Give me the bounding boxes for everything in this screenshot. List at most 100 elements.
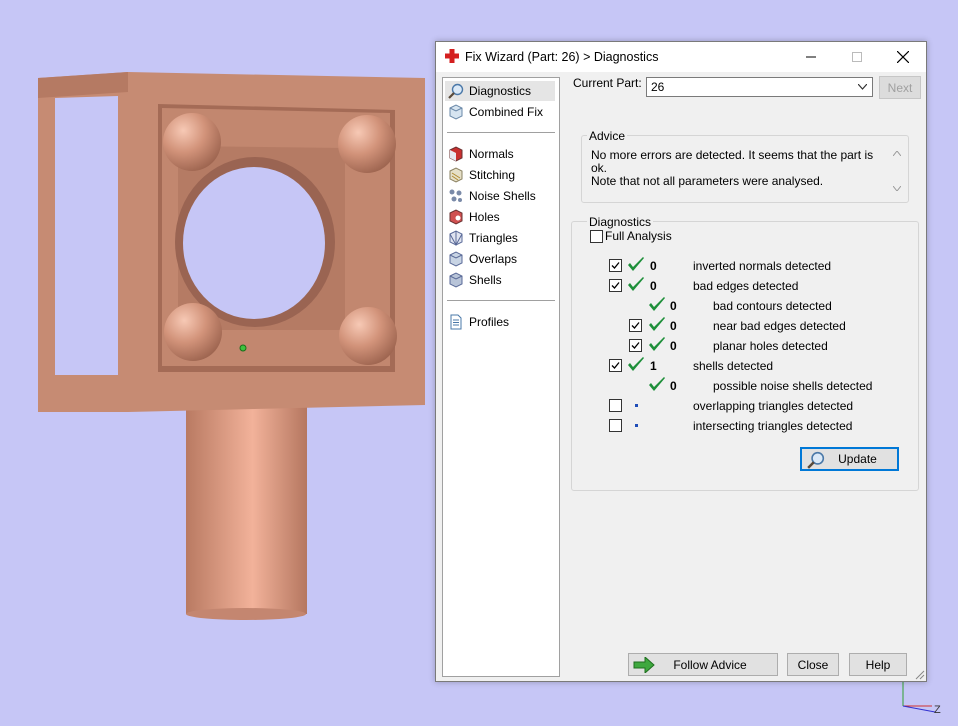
minimize-icon xyxy=(806,56,816,58)
maximize-icon xyxy=(852,52,862,62)
diag-label: near bad edges detected xyxy=(713,319,846,333)
next-button[interactable]: Next xyxy=(879,76,921,99)
shells-icon xyxy=(449,272,463,288)
nav-item-triangles[interactable]: Triangles xyxy=(445,228,555,248)
green-check-icon xyxy=(628,277,644,291)
green-check-icon xyxy=(628,357,644,371)
normals-cube-icon xyxy=(449,146,463,162)
nav-separator xyxy=(447,132,555,133)
nav-item-normals[interactable]: Normals xyxy=(445,144,555,164)
nav-label: Triangles xyxy=(469,231,518,245)
nav-label: Overlaps xyxy=(469,252,518,266)
nav-item-holes[interactable]: Holes xyxy=(445,207,555,227)
magnifier-icon xyxy=(448,83,464,99)
diag-label: bad contours detected xyxy=(713,299,832,313)
nav-label: Holes xyxy=(469,210,500,224)
diag-label: bad edges detected xyxy=(693,279,799,293)
follow-advice-button[interactable]: Follow Advice xyxy=(628,653,778,676)
diag-checkbox[interactable] xyxy=(609,359,622,372)
advice-scrollbar[interactable] xyxy=(890,148,904,194)
pending-dot-icon xyxy=(635,424,638,427)
diag-count: 0 xyxy=(650,259,657,273)
nav-label: Profiles xyxy=(469,315,510,329)
diag-count: 1 xyxy=(650,359,657,373)
nav-item-stitching[interactable]: Stitching xyxy=(445,165,555,185)
close-button[interactable]: Close xyxy=(787,653,839,676)
nav-label: Stitching xyxy=(469,168,516,182)
fix-wizard-dialog: Fix Wizard (Part: 26) > Diagnostics Diag… xyxy=(435,41,927,682)
checkmark-icon xyxy=(631,342,640,349)
nav-item-combined-fix[interactable]: Combined Fix xyxy=(445,102,555,122)
advice-text: No more errors are detected. It seems th… xyxy=(591,148,874,188)
green-check-icon xyxy=(628,257,644,271)
document-icon xyxy=(450,314,462,330)
current-part-select[interactable]: 26 xyxy=(646,77,873,97)
update-button-label: Update xyxy=(838,452,877,466)
diagnostics-group-label: Diagnostics xyxy=(587,215,654,229)
diag-count: 0 xyxy=(670,319,677,333)
checkmark-icon xyxy=(611,362,620,369)
chevron-down-icon xyxy=(858,84,867,90)
follow-advice-label: Follow Advice xyxy=(673,657,747,672)
diag-label: overlapping triangles detected xyxy=(693,399,854,413)
green-arrow-icon xyxy=(633,657,655,673)
nav-label: Noise Shells xyxy=(469,189,536,203)
axis-z-label: Z xyxy=(934,704,941,716)
magnifier-icon xyxy=(807,451,825,469)
nav-label: Diagnostics xyxy=(469,84,532,98)
current-part-value: 26 xyxy=(651,80,665,94)
next-button-label: Next xyxy=(887,80,913,95)
red-cross-icon xyxy=(445,49,459,63)
resize-grip-icon[interactable] xyxy=(913,668,925,680)
minimize-button[interactable] xyxy=(788,42,834,72)
holes-icon xyxy=(449,209,463,225)
noise-shells-icon xyxy=(449,189,462,202)
window-title: Fix Wizard (Part: 26) > Diagnostics xyxy=(465,50,659,64)
nav-label: Normals xyxy=(469,147,514,161)
diag-count: 0 xyxy=(670,379,677,393)
pending-dot-icon xyxy=(635,404,638,407)
close-button-label: Close xyxy=(797,657,829,672)
diag-checkbox[interactable] xyxy=(609,419,622,432)
update-button[interactable]: Update xyxy=(800,447,899,471)
help-button[interactable]: Help xyxy=(849,653,907,676)
triangles-icon xyxy=(449,230,463,246)
nav-item-overlaps[interactable]: Overlaps xyxy=(445,249,555,269)
advice-group: Advice No more errors are detected. It s… xyxy=(581,129,909,203)
current-part-label: Current Part: xyxy=(573,76,642,90)
diag-label: shells detected xyxy=(693,359,774,373)
maximize-button[interactable] xyxy=(834,42,880,72)
part-model xyxy=(38,72,425,620)
green-check-icon xyxy=(649,297,665,311)
nav-item-diagnostics[interactable]: Diagnostics xyxy=(445,81,555,101)
stitching-icon xyxy=(449,167,463,183)
diag-label: planar holes detected xyxy=(713,339,828,353)
diag-count: 0 xyxy=(670,339,677,353)
overlaps-icon xyxy=(449,251,463,267)
checkmark-icon xyxy=(631,322,640,329)
close-window-button[interactable] xyxy=(880,42,926,72)
diag-count: 0 xyxy=(670,299,677,313)
full-analysis-label: Full Analysis xyxy=(605,229,672,243)
nav-label: Combined Fix xyxy=(469,105,544,119)
diag-checkbox[interactable] xyxy=(629,319,642,332)
diag-checkbox[interactable] xyxy=(609,279,622,292)
cube-icon xyxy=(449,104,463,120)
diag-checkbox[interactable] xyxy=(609,259,622,272)
nav-separator xyxy=(447,300,555,301)
green-check-icon xyxy=(649,317,665,331)
title-bar: Fix Wizard (Part: 26) > Diagnostics xyxy=(436,42,926,72)
nav-item-shells[interactable]: Shells xyxy=(445,270,555,290)
nav-item-profiles[interactable]: Profiles xyxy=(445,312,555,332)
green-check-icon xyxy=(649,377,665,391)
scroll-up-icon xyxy=(893,151,901,156)
advice-group-label: Advice xyxy=(587,129,628,143)
help-button-label: Help xyxy=(865,657,891,672)
full-analysis-checkbox[interactable] xyxy=(590,230,603,243)
nav-item-noise-shells[interactable]: Noise Shells xyxy=(445,186,555,206)
checkmark-icon xyxy=(611,262,620,269)
diag-checkbox[interactable] xyxy=(629,339,642,352)
diag-checkbox[interactable] xyxy=(609,399,622,412)
scroll-down-icon xyxy=(893,186,901,191)
diag-label: inverted normals detected xyxy=(693,259,832,273)
